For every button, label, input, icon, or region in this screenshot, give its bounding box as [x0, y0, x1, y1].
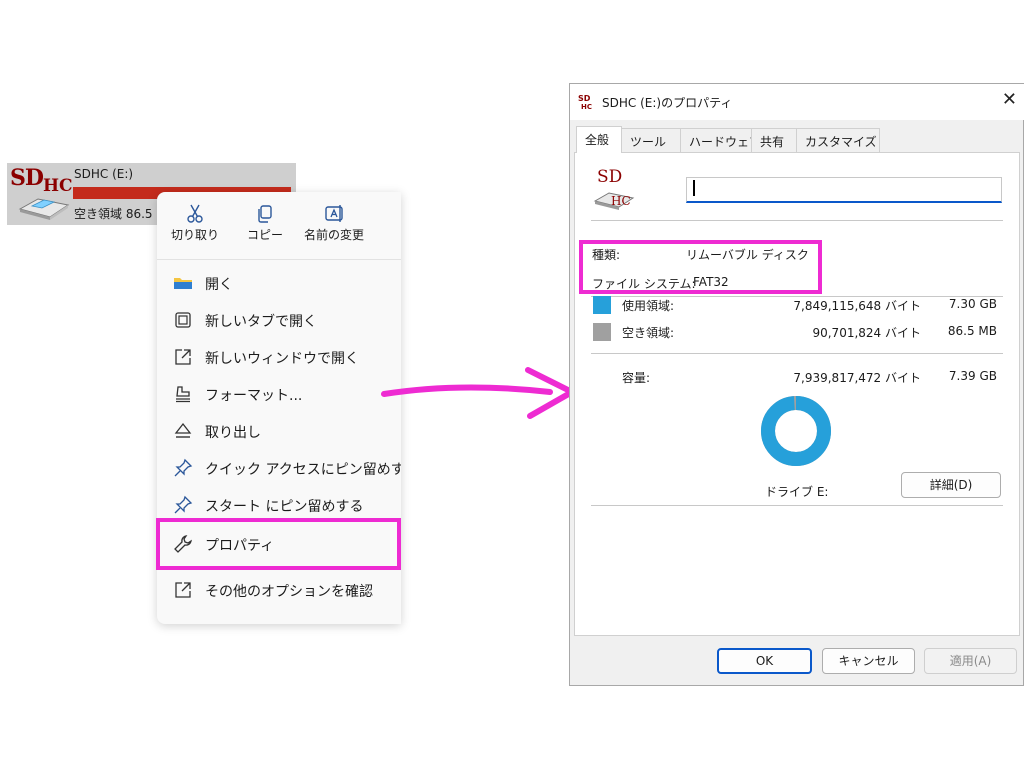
used-space-swatch — [593, 296, 611, 314]
eject-icon — [174, 422, 192, 438]
sdhc-logo: SDHC — [10, 165, 73, 196]
text-caret — [693, 180, 695, 196]
sd-card-reader-icon: HC — [593, 192, 635, 210]
svg-text:HC: HC — [581, 103, 592, 111]
cut-button[interactable]: 切り取り — [165, 202, 225, 243]
tab-customize[interactable]: カスタマイズ — [796, 128, 880, 152]
copy-icon — [258, 205, 272, 223]
sdhc-drive-large-icon: SD HC — [593, 167, 637, 213]
copy-button[interactable]: コピー — [235, 202, 295, 243]
tab-sharing[interactable]: 共有 — [751, 128, 797, 152]
rename-label: 名前の変更 — [303, 228, 364, 242]
new-window-icon — [175, 349, 191, 365]
drive-letter-label: ドライブ E: — [765, 485, 829, 499]
sd-card-reader-icon — [18, 198, 70, 220]
tab-general[interactable]: 全般 — [576, 126, 622, 153]
highlight-box-properties — [156, 518, 401, 570]
free-space-bytes: 90,701,824 バイト — [812, 326, 921, 340]
logo-sd-text: SD — [10, 165, 44, 191]
dialog-title: SDHC (E:)のプロパティ — [602, 96, 733, 110]
menu-item-more-options[interactable]: その他のオプションを確認 — [157, 572, 401, 608]
tab-hardware[interactable]: ハードウェア — [680, 128, 761, 152]
general-tab-panel: SD HC 種類: リムーバブル ディスク ファイル システム: FAT32 使… — [574, 152, 1020, 636]
menu-item-label: フォーマット... — [205, 388, 303, 404]
capacity-size: 7.39 GB — [948, 369, 997, 383]
divider — [591, 353, 1003, 354]
capacity-bytes: 7,939,817,472 バイト — [793, 371, 921, 385]
used-space-size: 7.30 GB — [948, 297, 997, 311]
menu-item-label: クイック アクセスにピン留めする — [205, 462, 401, 478]
menu-item-eject[interactable]: 取り出し — [157, 413, 401, 449]
context-menu-quick-actions: 切り取り コピー 名前の変更 — [157, 192, 401, 260]
details-button[interactable]: 詳細(D) — [901, 472, 1001, 498]
folder-icon — [174, 278, 192, 289]
icon-sd-text: SD — [597, 167, 623, 187]
divider — [591, 220, 1003, 221]
menu-item-format[interactable]: フォーマット... — [157, 376, 401, 412]
sdhc-drive-icon: SD HC — [578, 94, 592, 111]
free-space-size: 86.5 MB — [947, 324, 997, 338]
highlight-box-filesystem — [579, 240, 822, 294]
capacity-label: 容量: — [622, 371, 651, 385]
ok-button[interactable]: OK — [717, 648, 812, 674]
free-space-label: 空き領域: — [622, 326, 675, 340]
rename-button[interactable]: 名前の変更 — [297, 202, 371, 243]
cancel-button[interactable]: キャンセル — [822, 648, 915, 674]
menu-item-label: 開く — [205, 277, 233, 293]
menu-item-label: スタート にピン留めする — [205, 499, 364, 515]
drive-free-space: 空き領域 86.5 — [74, 207, 153, 221]
menu-item-label: その他のオプションを確認 — [205, 584, 373, 600]
menu-item-pin-quick-access[interactable]: クイック アクセスにピン留めする — [157, 450, 401, 486]
divider — [591, 505, 1003, 506]
logo-hc-text: HC — [42, 176, 73, 196]
new-tab-icon — [175, 312, 191, 328]
volume-label-input[interactable] — [686, 177, 1002, 203]
scissors-icon — [187, 204, 203, 223]
menu-item-open-new-window[interactable]: 新しいウィンドウで開く — [157, 339, 401, 375]
apply-button[interactable]: 適用(A) — [924, 648, 1017, 674]
drive-name: SDHC (E:) — [74, 167, 134, 181]
dialog-titlebar: SD HC SDHC (E:)のプロパティ ✕ — [570, 84, 1024, 120]
menu-item-open-new-tab[interactable]: 新しいタブで開く — [157, 302, 401, 338]
used-space-bytes: 7,849,115,648 バイト — [793, 299, 921, 313]
arrow-icon — [381, 367, 575, 419]
rename-icon — [325, 205, 343, 222]
close-icon[interactable]: ✕ — [1002, 89, 1017, 110]
sd-card-drive-icon: SDHC — [10, 165, 74, 223]
format-icon — [176, 386, 190, 403]
menu-item-label: 取り出し — [205, 425, 261, 441]
used-space-label: 使用領域: — [622, 299, 675, 313]
cut-label: 切り取り — [170, 228, 219, 242]
icon-hc-text: HC — [611, 194, 631, 208]
more-options-icon — [175, 582, 191, 598]
pin-icon — [174, 458, 193, 477]
menu-item-open[interactable]: 開く — [157, 265, 401, 301]
pin-icon — [174, 495, 193, 514]
copy-label: コピー — [246, 228, 283, 242]
free-space-swatch — [593, 323, 611, 341]
svg-text:SD: SD — [578, 94, 591, 103]
menu-item-label: 新しいタブで開く — [205, 314, 317, 330]
menu-item-label: 新しいウィンドウで開く — [205, 351, 359, 367]
used-space-segment — [761, 396, 831, 466]
disk-usage-donut-chart — [761, 396, 831, 466]
properties-dialog: SD HC SDHC (E:)のプロパティ ✕ 全般 ツール ハードウェア 共有… — [569, 83, 1024, 686]
tab-tools[interactable]: ツール — [621, 128, 681, 152]
